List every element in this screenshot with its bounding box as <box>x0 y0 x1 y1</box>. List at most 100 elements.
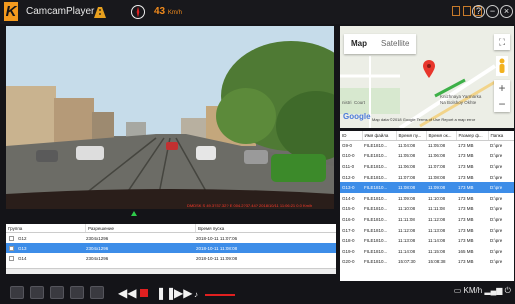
screen-icon[interactable]: ▭ <box>454 286 462 295</box>
group-table: Группа Разрешение Время пуска G12 2304x12… <box>6 224 336 274</box>
row-checkbox[interactable] <box>9 245 14 251</box>
file-table-cell: FILE1810... <box>362 182 396 193</box>
playback-toolbar: ◀◀ ❚❚ ▶▶ ♪ ▭ KM/h ▂▄▆ ⏻ <box>0 283 515 304</box>
zoom-controls: + − <box>494 80 510 112</box>
pegman-icon[interactable] <box>496 56 508 76</box>
col-header-start[interactable]: Время пуска <box>196 224 334 232</box>
save-icon[interactable] <box>50 286 64 299</box>
settings-icon[interactable] <box>90 286 104 299</box>
road-icon[interactable] <box>92 4 108 20</box>
fast-forward-icon[interactable]: ▶▶ <box>174 287 192 299</box>
zoom-out-button[interactable]: − <box>494 96 510 112</box>
col-header-resolution[interactable]: Разрешение <box>86 224 196 232</box>
file-table-cell: G17-0 <box>342 227 355 233</box>
volume-icon[interactable]: ♪ <box>194 289 198 301</box>
file-table-cell: 11:13:08 <box>398 238 416 244</box>
video-overlay-text: DMDSK S 49.3?37.32? E 004.2?37.44? 2018/… <box>187 203 313 208</box>
horizontal-scrollbar[interactable] <box>6 268 336 274</box>
file-table-cell: D:\pre <box>490 248 503 254</box>
col-header-folder[interactable]: Папка <box>488 131 514 141</box>
delete-icon[interactable] <box>70 286 84 299</box>
rewind-icon[interactable]: ◀◀ <box>118 287 136 299</box>
file-table-cell: D:\pre <box>490 238 503 244</box>
group-table-row[interactable]: G13 2304x1296 2018-10-11 11:08:08 <box>6 243 336 253</box>
file-table-cell: 11:07:08 <box>398 174 416 180</box>
layout-one-icon[interactable] <box>452 6 460 16</box>
file-table-row[interactable]: G9-0 FILE1810... 11:04:08 11:05:08 173 MB D:\… <box>340 140 514 151</box>
file-table-row[interactable]: G16-0 FILE1810... 11:11:08 11:12:08 173 MB D:… <box>340 214 514 225</box>
group-table-row[interactable]: G14 2304x1296 2018-10-11 11:09:08 <box>6 253 336 263</box>
file-table-cell: D:\pre <box>490 227 503 233</box>
file-table-row[interactable]: G11-0 FILE1810... 11:06:08 11:07:08 173 MB D:… <box>340 161 514 172</box>
zoom-in-button[interactable]: + <box>494 80 510 96</box>
col-header-end-time[interactable]: Время ок... <box>426 131 457 141</box>
layout-two-icon[interactable] <box>463 6 471 16</box>
col-header-group[interactable]: Группа <box>6 224 86 232</box>
file-table-cell: 173 MB <box>458 206 474 212</box>
video-player[interactable]: DMDSK S 49.3?37.32? E 004.2?37.44? 2018/… <box>6 26 334 209</box>
col-header-id[interactable]: ID <box>340 131 363 141</box>
file-table-cell: 11:05:08 <box>398 153 416 159</box>
file-table-row[interactable]: G20-0 FILE1810... 15:07:30 15:08:38 173 MB D:… <box>340 257 514 268</box>
power-icon[interactable]: ⏻ <box>505 286 511 295</box>
volume-slider[interactable] <box>205 294 235 296</box>
col-header-start-time[interactable]: Время пу... <box>396 131 427 141</box>
compass-icon[interactable] <box>130 4 146 20</box>
file-table-row[interactable]: G15-0 FILE1810... 11:10:08 11:11:08 173 MB D:… <box>340 204 514 215</box>
file-table-row[interactable]: G14-0 FILE1810... 11:09:08 11:10:08 173 MB D:… <box>340 193 514 204</box>
file-table-cell: 11:12:08 <box>398 227 416 233</box>
file-table-row[interactable]: G18-0 FILE1810... 11:13:08 11:14:08 173 MB D:… <box>340 235 514 246</box>
help-button[interactable]: ? <box>472 5 485 18</box>
file-table-cell: 165 MB <box>458 248 474 254</box>
map-footer[interactable]: Map data ©2018 Google Terms of Use Repor… <box>372 117 475 122</box>
file-table-cell: G11-0 <box>342 163 355 169</box>
file-table-cell: G18-0 <box>342 238 355 244</box>
row-checkbox[interactable] <box>9 235 14 241</box>
group-cell-group: G13 <box>18 245 27 251</box>
file-table-cell: 11:09:08 <box>426 182 456 193</box>
file-table-cell: D:\pre <box>490 174 503 180</box>
file-table-cell: G14-0 <box>342 195 355 201</box>
file-table-cell: 15:08:38 <box>428 259 446 265</box>
distance-unit[interactable]: KM/h <box>464 286 483 295</box>
file-table-cell: G19-0 <box>342 248 355 254</box>
snapshot-icon[interactable] <box>30 286 44 299</box>
file-table-row[interactable]: G17-0 FILE1810... 11:12:08 11:13:08 173 MB D:… <box>340 225 514 236</box>
file-table-cell: FILE1810... <box>364 259 388 265</box>
stop-icon[interactable] <box>140 289 148 297</box>
map-panel[interactable]: Map Satellite ⛶ + − Knizhnaya Yarmarka N… <box>340 26 514 128</box>
group-cell-group: G12 <box>18 235 27 241</box>
file-table-cell: D:\pre <box>488 182 514 193</box>
col-header-filename[interactable]: Имя файла <box>362 131 397 141</box>
open-folder-icon[interactable] <box>10 286 24 299</box>
map-label-2: Na Bolshoy Okhte <box>440 100 477 105</box>
tab-satellite[interactable]: Satellite <box>374 34 416 54</box>
file-table-row[interactable]: G10-0 FILE1810... 11:05:08 11:06:08 173 MB D:… <box>340 151 514 162</box>
signal-icon: ▂▄▆ <box>484 286 503 295</box>
row-checkbox[interactable] <box>9 255 14 261</box>
file-table-row[interactable]: G19-0 FILE1810... 11:14:08 11:15:08 165 MB D:… <box>340 246 514 257</box>
group-table-row[interactable]: G12 2304x1296 2018-10-11 11:07:06 <box>6 233 336 243</box>
file-table-cell: G13-0 <box>340 182 362 193</box>
file-table-cell: 11:14:08 <box>398 248 416 254</box>
col-header-size[interactable]: Размер ф... <box>456 131 489 141</box>
file-table-cell: G16-0 <box>342 216 355 222</box>
minimize-button[interactable]: − <box>486 5 499 18</box>
file-table-row[interactable]: G12-0 FILE1810... 11:07:08 11:08:08 173 MB D:… <box>340 172 514 183</box>
close-button[interactable]: × <box>500 5 513 18</box>
file-table-cell: 173 MB <box>458 227 474 233</box>
seek-marker-icon[interactable] <box>131 211 137 216</box>
file-table-cell: 173 MB <box>458 143 474 149</box>
file-table-cell: 11:11:08 <box>398 216 415 222</box>
file-table-cell: G15-0 <box>342 206 355 212</box>
file-table: ID Имя файла Время пу... Время ок... Раз… <box>340 131 514 281</box>
app-logo-icon: K <box>4 2 18 21</box>
file-table-row[interactable]: G13-0 FILE1810... 11:08:08 11:09:08 173 MB D:… <box>340 182 514 193</box>
fullscreen-icon[interactable]: ⛶ <box>494 34 510 50</box>
file-table-cell: 11:04:08 <box>398 143 416 149</box>
file-table-cell: 173 MB <box>458 238 474 244</box>
tab-map[interactable]: Map <box>344 34 374 54</box>
file-table-cell: 173 MB <box>458 259 474 265</box>
file-table-cell: 11:08:08 <box>396 182 426 193</box>
file-table-header: ID Имя файла Время пу... Время ок... Раз… <box>340 131 514 141</box>
